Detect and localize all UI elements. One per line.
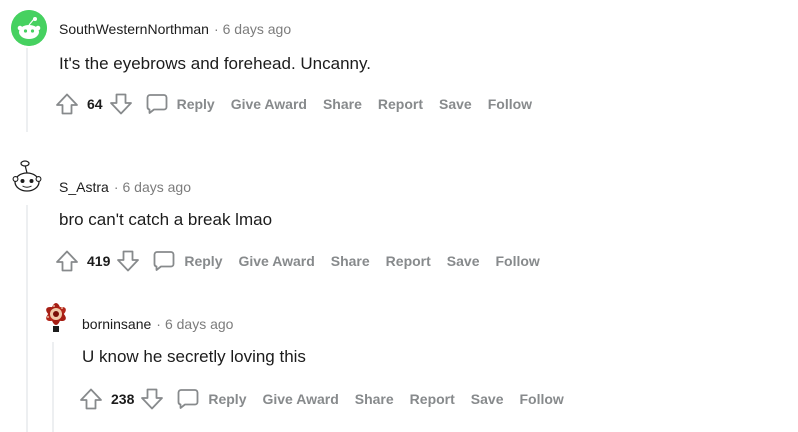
save-button[interactable]: Save: [471, 391, 504, 407]
arrow-down-icon[interactable]: [140, 387, 164, 411]
reply-label: Reply: [176, 96, 215, 112]
reply-button[interactable]: Reply: [176, 387, 246, 411]
comment-body: U know he secretly loving this: [82, 347, 306, 366]
share-button[interactable]: Share: [355, 391, 394, 407]
follow-button[interactable]: Follow: [488, 96, 532, 112]
follow-button[interactable]: Follow: [520, 391, 564, 407]
share-button[interactable]: Share: [331, 253, 370, 269]
separator-dot: ·: [213, 21, 219, 37]
author-name[interactable]: borninsane: [82, 316, 151, 332]
report-button[interactable]: Report: [386, 253, 431, 269]
vote-count: 64: [87, 96, 103, 112]
reply-button[interactable]: Reply: [152, 249, 222, 273]
give-award-button[interactable]: Give Award: [231, 96, 307, 112]
report-button[interactable]: Report: [410, 391, 455, 407]
avatar[interactable]: [11, 10, 47, 46]
thread-line[interactable]: [26, 205, 28, 432]
comment-body: bro can't catch a break lmao: [59, 210, 273, 229]
chat-bubble-icon: [177, 389, 199, 409]
comment-meta: borninsane · 6 days ago: [82, 315, 233, 333]
save-button[interactable]: Save: [447, 253, 480, 269]
comment-meta: S_Astra · 6 days ago: [59, 178, 191, 196]
save-button[interactable]: Save: [439, 96, 472, 112]
action-bar: 419 Reply Give Award Share Report Save F…: [55, 247, 556, 275]
arrow-down-icon[interactable]: [109, 92, 133, 116]
snoo-avatar-icon: [12, 160, 42, 192]
separator-dot: ·: [113, 179, 119, 195]
reply-button[interactable]: Reply: [145, 92, 215, 116]
action-bar: 238 Reply Give Award Share Report Save F…: [79, 385, 580, 413]
separator-dot: ·: [156, 316, 161, 332]
thread-line[interactable]: [52, 342, 54, 432]
timestamp[interactable]: 6 days ago: [122, 179, 191, 195]
avatar[interactable]: [36, 296, 76, 336]
give-award-button[interactable]: Give Award: [238, 253, 314, 269]
author-name[interactable]: S_Astra: [59, 179, 109, 195]
arrow-up-icon[interactable]: [55, 92, 79, 116]
reply-label: Reply: [184, 253, 223, 269]
arrow-up-icon[interactable]: [79, 387, 103, 411]
vote-count: 238: [111, 391, 135, 407]
snoo-avatar-icon: [11, 10, 47, 46]
thread-line[interactable]: [26, 48, 28, 132]
action-bar: 64 Reply Give Award Share Report Save Fo…: [55, 90, 548, 118]
comment-meta: SouthWesternNorthman · 6 days ago: [59, 20, 291, 38]
author-name[interactable]: SouthWesternNorthman: [59, 21, 209, 37]
report-button[interactable]: Report: [378, 96, 423, 112]
arrow-up-icon[interactable]: [55, 249, 79, 273]
timestamp[interactable]: 6 days ago: [223, 21, 292, 37]
share-button[interactable]: Share: [323, 96, 362, 112]
reply-label: Reply: [208, 391, 247, 407]
give-award-button[interactable]: Give Award: [262, 391, 338, 407]
chat-bubble-icon: [153, 251, 175, 271]
chat-bubble-icon: [146, 94, 167, 114]
comment-body: It's the eyebrows and forehead. Uncanny.: [59, 54, 371, 73]
demogorgon-avatar-icon: [46, 303, 66, 332]
arrow-down-icon[interactable]: [116, 249, 140, 273]
avatar[interactable]: [9, 158, 45, 194]
vote-count: 419: [87, 253, 111, 269]
timestamp[interactable]: 6 days ago: [165, 316, 234, 332]
follow-button[interactable]: Follow: [496, 253, 540, 269]
